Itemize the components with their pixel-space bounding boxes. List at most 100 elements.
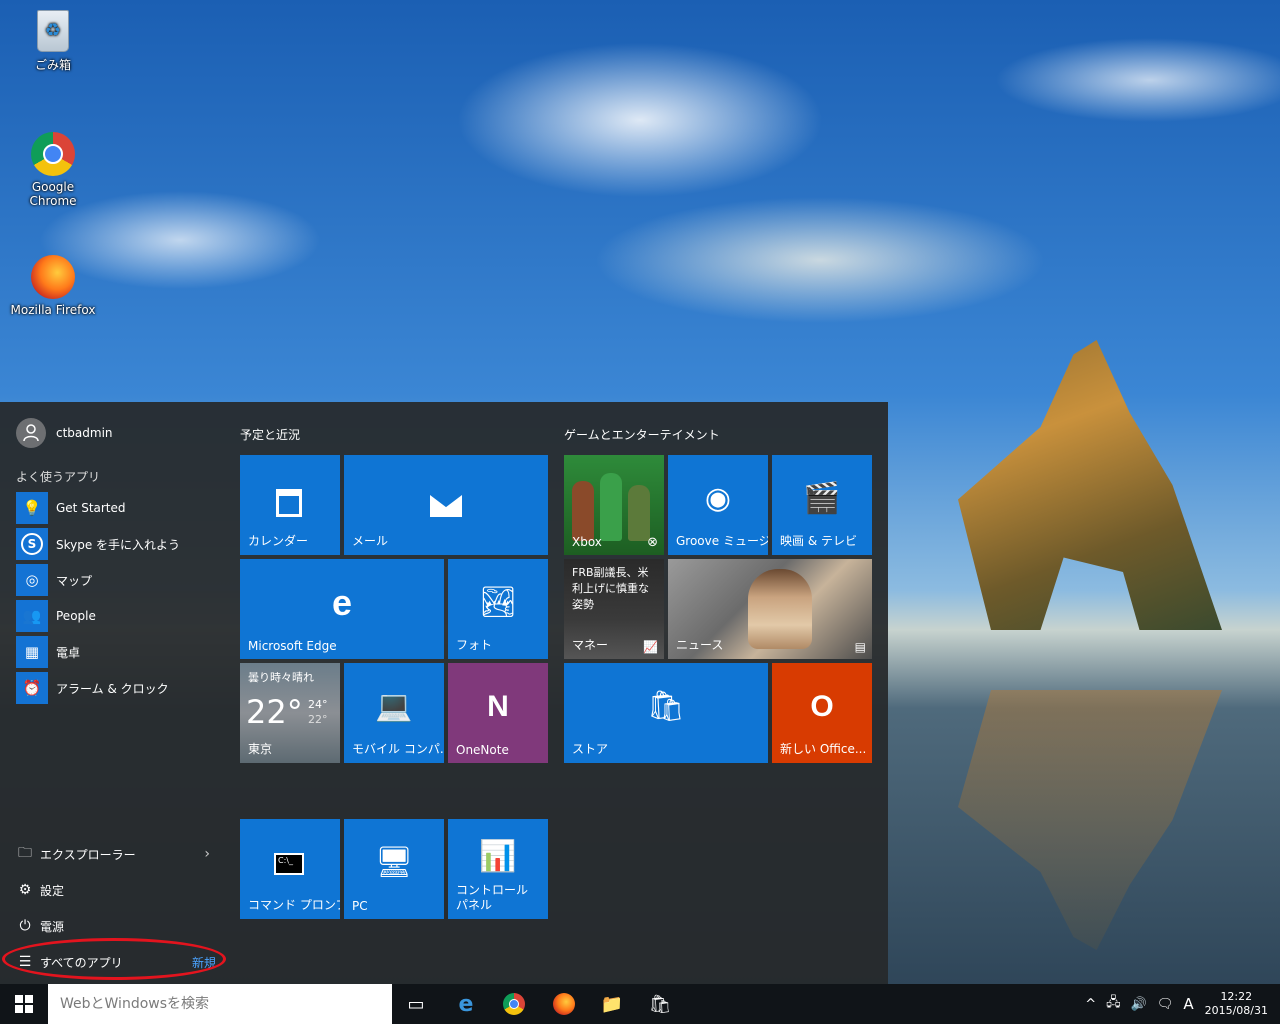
settings-label: 設定 — [40, 883, 65, 898]
chrome-icon — [503, 993, 525, 1015]
app-item-label: マップ — [56, 573, 93, 588]
app-item-label: People — [56, 609, 96, 623]
desktop-icon-label: ごみ箱 — [34, 58, 71, 72]
sea-rock-image — [958, 340, 1222, 630]
tile-label: ニュース — [676, 638, 724, 652]
tile-onenote[interactable]: N OneNote — [448, 663, 548, 763]
tile-xbox[interactable]: Xbox ⊗ — [564, 455, 664, 555]
explorer-label: エクスプローラー — [40, 847, 136, 862]
tile-label: ストア — [572, 742, 609, 756]
tile-command-prompt[interactable]: C:\_ コマンド プロンプト — [240, 819, 340, 919]
power-label: 電源 — [40, 919, 65, 934]
start-button[interactable] — [0, 984, 48, 1024]
user-avatar-icon — [16, 418, 46, 448]
task-view-button[interactable]: ▭ — [396, 984, 436, 1024]
edge-icon: e — [458, 991, 474, 1017]
weather-temperature: 22° — [246, 693, 303, 731]
app-item-label: 電卓 — [56, 645, 81, 660]
clock[interactable]: 12:22 2015/08/31 — [1205, 990, 1268, 1018]
ime-indicator[interactable]: A — [1183, 995, 1193, 1013]
tile-news[interactable]: ニュース ▤ — [668, 559, 872, 659]
tile-label: モバイル コンパ... — [352, 742, 444, 756]
desktop-icon-firefox[interactable]: Mozilla Firefox — [8, 255, 98, 317]
tile-mail[interactable]: メール — [344, 455, 548, 555]
action-center-icon[interactable]: 🗨 — [1157, 997, 1174, 1012]
app-item-skype[interactable]: S Skype を手に入れよう — [16, 526, 180, 562]
tile-group-title-left: 予定と近況 — [240, 428, 301, 442]
system-tray: ^ 🖧 🔊 🗨 A 12:22 2015/08/31 — [1080, 984, 1280, 1024]
tile-store[interactable]: 🛍 ストア — [564, 663, 768, 763]
weather-low: 22° — [308, 713, 328, 726]
tile-movies-tv[interactable]: 🎬 映画 & テレビ — [772, 455, 872, 555]
tile-control-panel[interactable]: 📊 コントロール パネル — [448, 819, 548, 919]
frequent-apps-heading: よく使うアプリ — [16, 470, 101, 484]
taskbar-store-button[interactable]: 🛍 — [640, 984, 680, 1024]
windows-logo-icon — [15, 995, 33, 1013]
onenote-icon: N — [487, 690, 509, 723]
taskbar-edge-button[interactable]: e — [446, 984, 486, 1024]
tile-label: 新しい Office... — [780, 742, 867, 756]
network-icon[interactable]: 🖧 — [1106, 993, 1121, 1015]
tile-groove[interactable]: ◉ Groove ミュージ... — [668, 455, 768, 555]
tile-label: Microsoft Edge — [248, 639, 337, 653]
app-item-calculator[interactable]: ▦ 電卓 — [16, 634, 180, 670]
clock-time: 12:22 — [1220, 990, 1253, 1003]
power-icon: ⏻ — [19, 918, 31, 934]
tile-label: 東京 — [248, 742, 273, 756]
edge-icon: e — [331, 582, 353, 623]
app-item-people[interactable]: 👥 People — [16, 598, 180, 634]
chevron-right-icon[interactable]: › — [204, 846, 210, 862]
tile-photos[interactable]: 🏞 フォト — [448, 559, 548, 659]
photo-icon: 🏞 — [478, 585, 518, 620]
explorer-button[interactable]: 🗀 エクスプローラー › — [16, 836, 216, 872]
frequent-apps-list: 💡 Get Started S Skype を手に入れよう ◎ マップ 👥 Pe… — [16, 490, 180, 706]
mail-icon — [430, 495, 462, 517]
weather-high-low: 24° 22° — [308, 697, 328, 727]
taskbar-chrome-button[interactable] — [494, 984, 534, 1024]
rock-reflection-image — [958, 690, 1222, 950]
store-bag-icon: 🛍 — [646, 689, 686, 724]
tile-get-office[interactable]: O 新しい Office... — [772, 663, 872, 763]
search-input[interactable]: WebとWindowsを検索 — [48, 984, 392, 1024]
desktop-icon-chrome[interactable]: Google Chrome — [8, 132, 98, 208]
start-left-column: ctbadmin よく使うアプリ 💡 Get Started S Skype を… — [0, 402, 226, 984]
calculator-icon: ▦ — [16, 636, 48, 668]
console-icon: C:\_ — [274, 853, 304, 875]
app-item-get-started[interactable]: 💡 Get Started — [16, 490, 180, 526]
store-bag-icon: 🛍 — [648, 993, 672, 1015]
clock-date: 2015/08/31 — [1204, 1004, 1268, 1017]
desktop-icon-recycle-bin[interactable]: ♻ ごみ箱 — [8, 10, 98, 73]
app-item-label: Skype を手に入れよう — [56, 537, 181, 552]
app-item-maps[interactable]: ◎ マップ — [16, 562, 180, 598]
firefox-icon — [553, 993, 575, 1015]
tile-mobile-companion[interactable]: 💻 モバイル コンパ... — [344, 663, 444, 763]
settings-button[interactable]: ⚙ 設定 — [16, 872, 216, 908]
avatar-character-image — [628, 485, 650, 541]
tile-label: Xbox — [572, 535, 602, 549]
chevron-up-icon[interactable]: ^ — [1085, 997, 1096, 1012]
groove-music-icon: ◉ — [704, 481, 732, 516]
money-headline: FRB副議長、米利上げに慎重な姿勢 — [572, 566, 649, 611]
taskbar-firefox-button[interactable] — [544, 984, 584, 1024]
control-panel-icon: 📊 — [479, 839, 517, 874]
app-item-alarms[interactable]: ⏰ アラーム & クロック — [16, 670, 180, 706]
folder-icon: 🗀 — [18, 845, 32, 861]
tile-money[interactable]: FRB副議長、米利上げに慎重な姿勢 マネー 📈 — [564, 559, 664, 659]
app-item-label: Get Started — [56, 501, 126, 515]
newspaper-icon: ▤ — [854, 640, 866, 654]
task-view-icon: ▭ — [407, 993, 425, 1015]
user-name: ctbadmin — [56, 426, 113, 440]
tile-label: OneNote — [456, 743, 509, 757]
taskbar-explorer-button[interactable]: 📁 — [592, 984, 632, 1024]
user-account[interactable]: ctbadmin — [16, 418, 113, 448]
highlight-circle-annotation — [2, 938, 226, 980]
weather-description: 曇り時々晴れ — [248, 671, 314, 684]
tile-edge[interactable]: e Microsoft Edge — [240, 559, 444, 659]
laptop-phone-icon: 💻 — [375, 689, 413, 724]
tile-weather[interactable]: 曇り時々晴れ 22° 24° 22° 東京 — [240, 663, 340, 763]
tile-pc[interactable]: 🖥 PC — [344, 819, 444, 919]
tile-label: コントロール パネル — [456, 883, 529, 912]
recycle-bin-icon: ♻ — [37, 10, 69, 52]
tile-calendar[interactable]: カレンダー — [240, 455, 340, 555]
volume-icon[interactable]: 🔊 — [1131, 997, 1147, 1012]
